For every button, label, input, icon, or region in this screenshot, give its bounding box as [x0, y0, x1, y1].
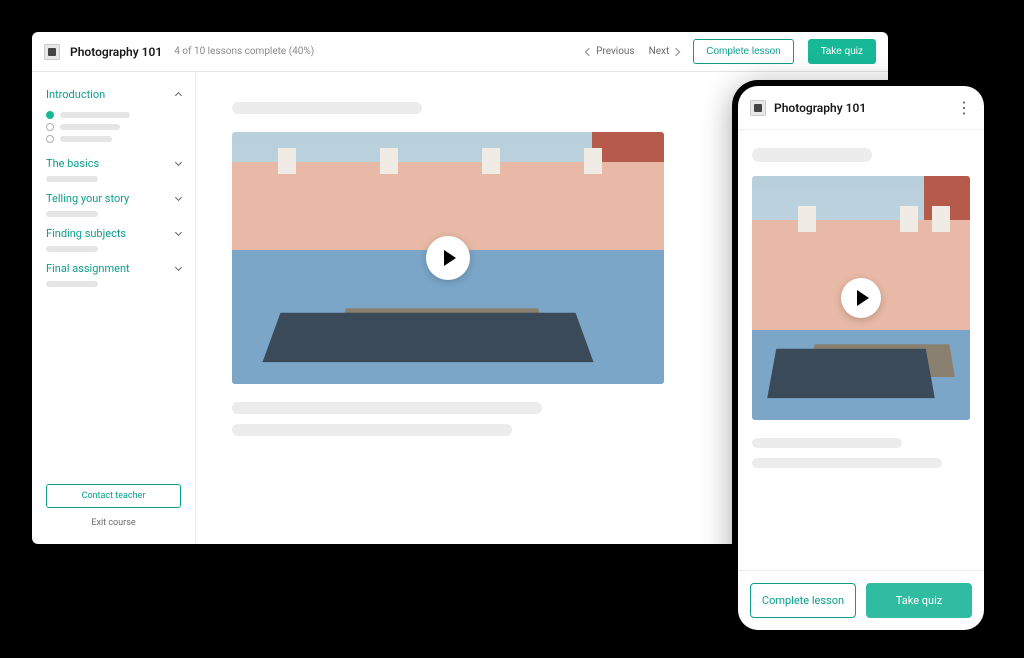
mobile-top-bar: Photography 101 ⋮ — [738, 86, 984, 130]
placeholder-bar — [46, 176, 98, 182]
introduction-items — [46, 107, 181, 147]
section-label: The basics — [46, 157, 99, 170]
course-title: Photography 101 — [70, 45, 162, 59]
section-story[interactable]: Telling your story — [46, 192, 181, 205]
mobile-video-player[interactable] — [752, 176, 970, 420]
take-quiz-button[interactable]: Take quiz — [808, 39, 876, 64]
progress-label: 4 of 10 lessons complete (40%) — [174, 46, 314, 57]
play-button[interactable] — [426, 236, 470, 280]
section-label: Introduction — [46, 88, 105, 101]
list-item[interactable] — [46, 123, 181, 131]
mobile-screen: Photography 101 ⋮ Complete lesson Take q… — [738, 86, 984, 630]
list-item[interactable] — [46, 135, 181, 143]
previous-label: Previous — [596, 46, 635, 57]
placeholder-bar — [46, 246, 98, 252]
placeholder-bar — [46, 211, 98, 217]
chevron-right-icon — [672, 47, 680, 55]
status-dot-icon — [46, 135, 54, 143]
section-subjects[interactable]: Finding subjects — [46, 227, 181, 240]
lesson-title-placeholder — [752, 148, 872, 162]
section-final[interactable]: Final assignment — [46, 262, 181, 275]
mobile-take-quiz-button[interactable]: Take quiz — [866, 583, 972, 618]
mobile-footer: Complete lesson Take quiz — [738, 570, 984, 630]
next-link[interactable]: Next — [649, 46, 680, 57]
sidebar: Introduction The basics Telling your sto… — [32, 72, 196, 544]
placeholder-bar — [232, 424, 512, 436]
placeholder-bar — [752, 458, 942, 468]
status-dot-icon — [46, 123, 54, 131]
placeholder-bar — [232, 402, 542, 414]
exit-course-link[interactable]: Exit course — [46, 516, 181, 532]
placeholder-bar — [60, 112, 130, 118]
more-menu-icon[interactable]: ⋮ — [956, 100, 972, 116]
video-shape — [263, 313, 594, 362]
chevron-down-icon — [175, 194, 182, 201]
course-icon — [44, 44, 60, 60]
placeholder-bar — [752, 438, 902, 448]
section-introduction[interactable]: Introduction — [46, 88, 181, 101]
mobile-frame: Photography 101 ⋮ Complete lesson Take q… — [732, 80, 990, 636]
chevron-up-icon — [175, 92, 182, 99]
mobile-course-title: Photography 101 — [774, 101, 866, 115]
status-dot-complete-icon — [46, 111, 54, 119]
top-bar-actions: Previous Next Complete lesson Take quiz — [586, 39, 876, 64]
list-item[interactable] — [46, 111, 181, 119]
placeholder-bar — [46, 281, 98, 287]
next-label: Next — [649, 46, 670, 57]
section-label: Telling your story — [46, 192, 129, 205]
top-bar: Photography 101 4 of 10 lessons complete… — [32, 32, 888, 72]
video-shape — [767, 349, 935, 398]
chevron-down-icon — [175, 229, 182, 236]
section-label: Finding subjects — [46, 227, 126, 240]
mobile-complete-lesson-button[interactable]: Complete lesson — [750, 583, 856, 618]
section-label: Final assignment — [46, 262, 130, 275]
play-button[interactable] — [841, 278, 881, 318]
chevron-down-icon — [175, 264, 182, 271]
course-icon — [750, 100, 766, 116]
sidebar-bottom: Contact teacher Exit course — [46, 484, 181, 532]
placeholder-bar — [60, 124, 120, 130]
video-player[interactable] — [232, 132, 664, 384]
chevron-left-icon — [585, 47, 593, 55]
complete-lesson-button[interactable]: Complete lesson — [693, 39, 793, 64]
play-icon — [857, 290, 869, 306]
mobile-body — [738, 130, 984, 570]
placeholder-bar — [60, 136, 112, 142]
section-basics[interactable]: The basics — [46, 157, 181, 170]
chevron-down-icon — [175, 159, 182, 166]
play-icon — [444, 250, 456, 266]
lesson-title-placeholder — [232, 102, 422, 114]
contact-teacher-button[interactable]: Contact teacher — [46, 484, 181, 508]
previous-link[interactable]: Previous — [586, 46, 635, 57]
